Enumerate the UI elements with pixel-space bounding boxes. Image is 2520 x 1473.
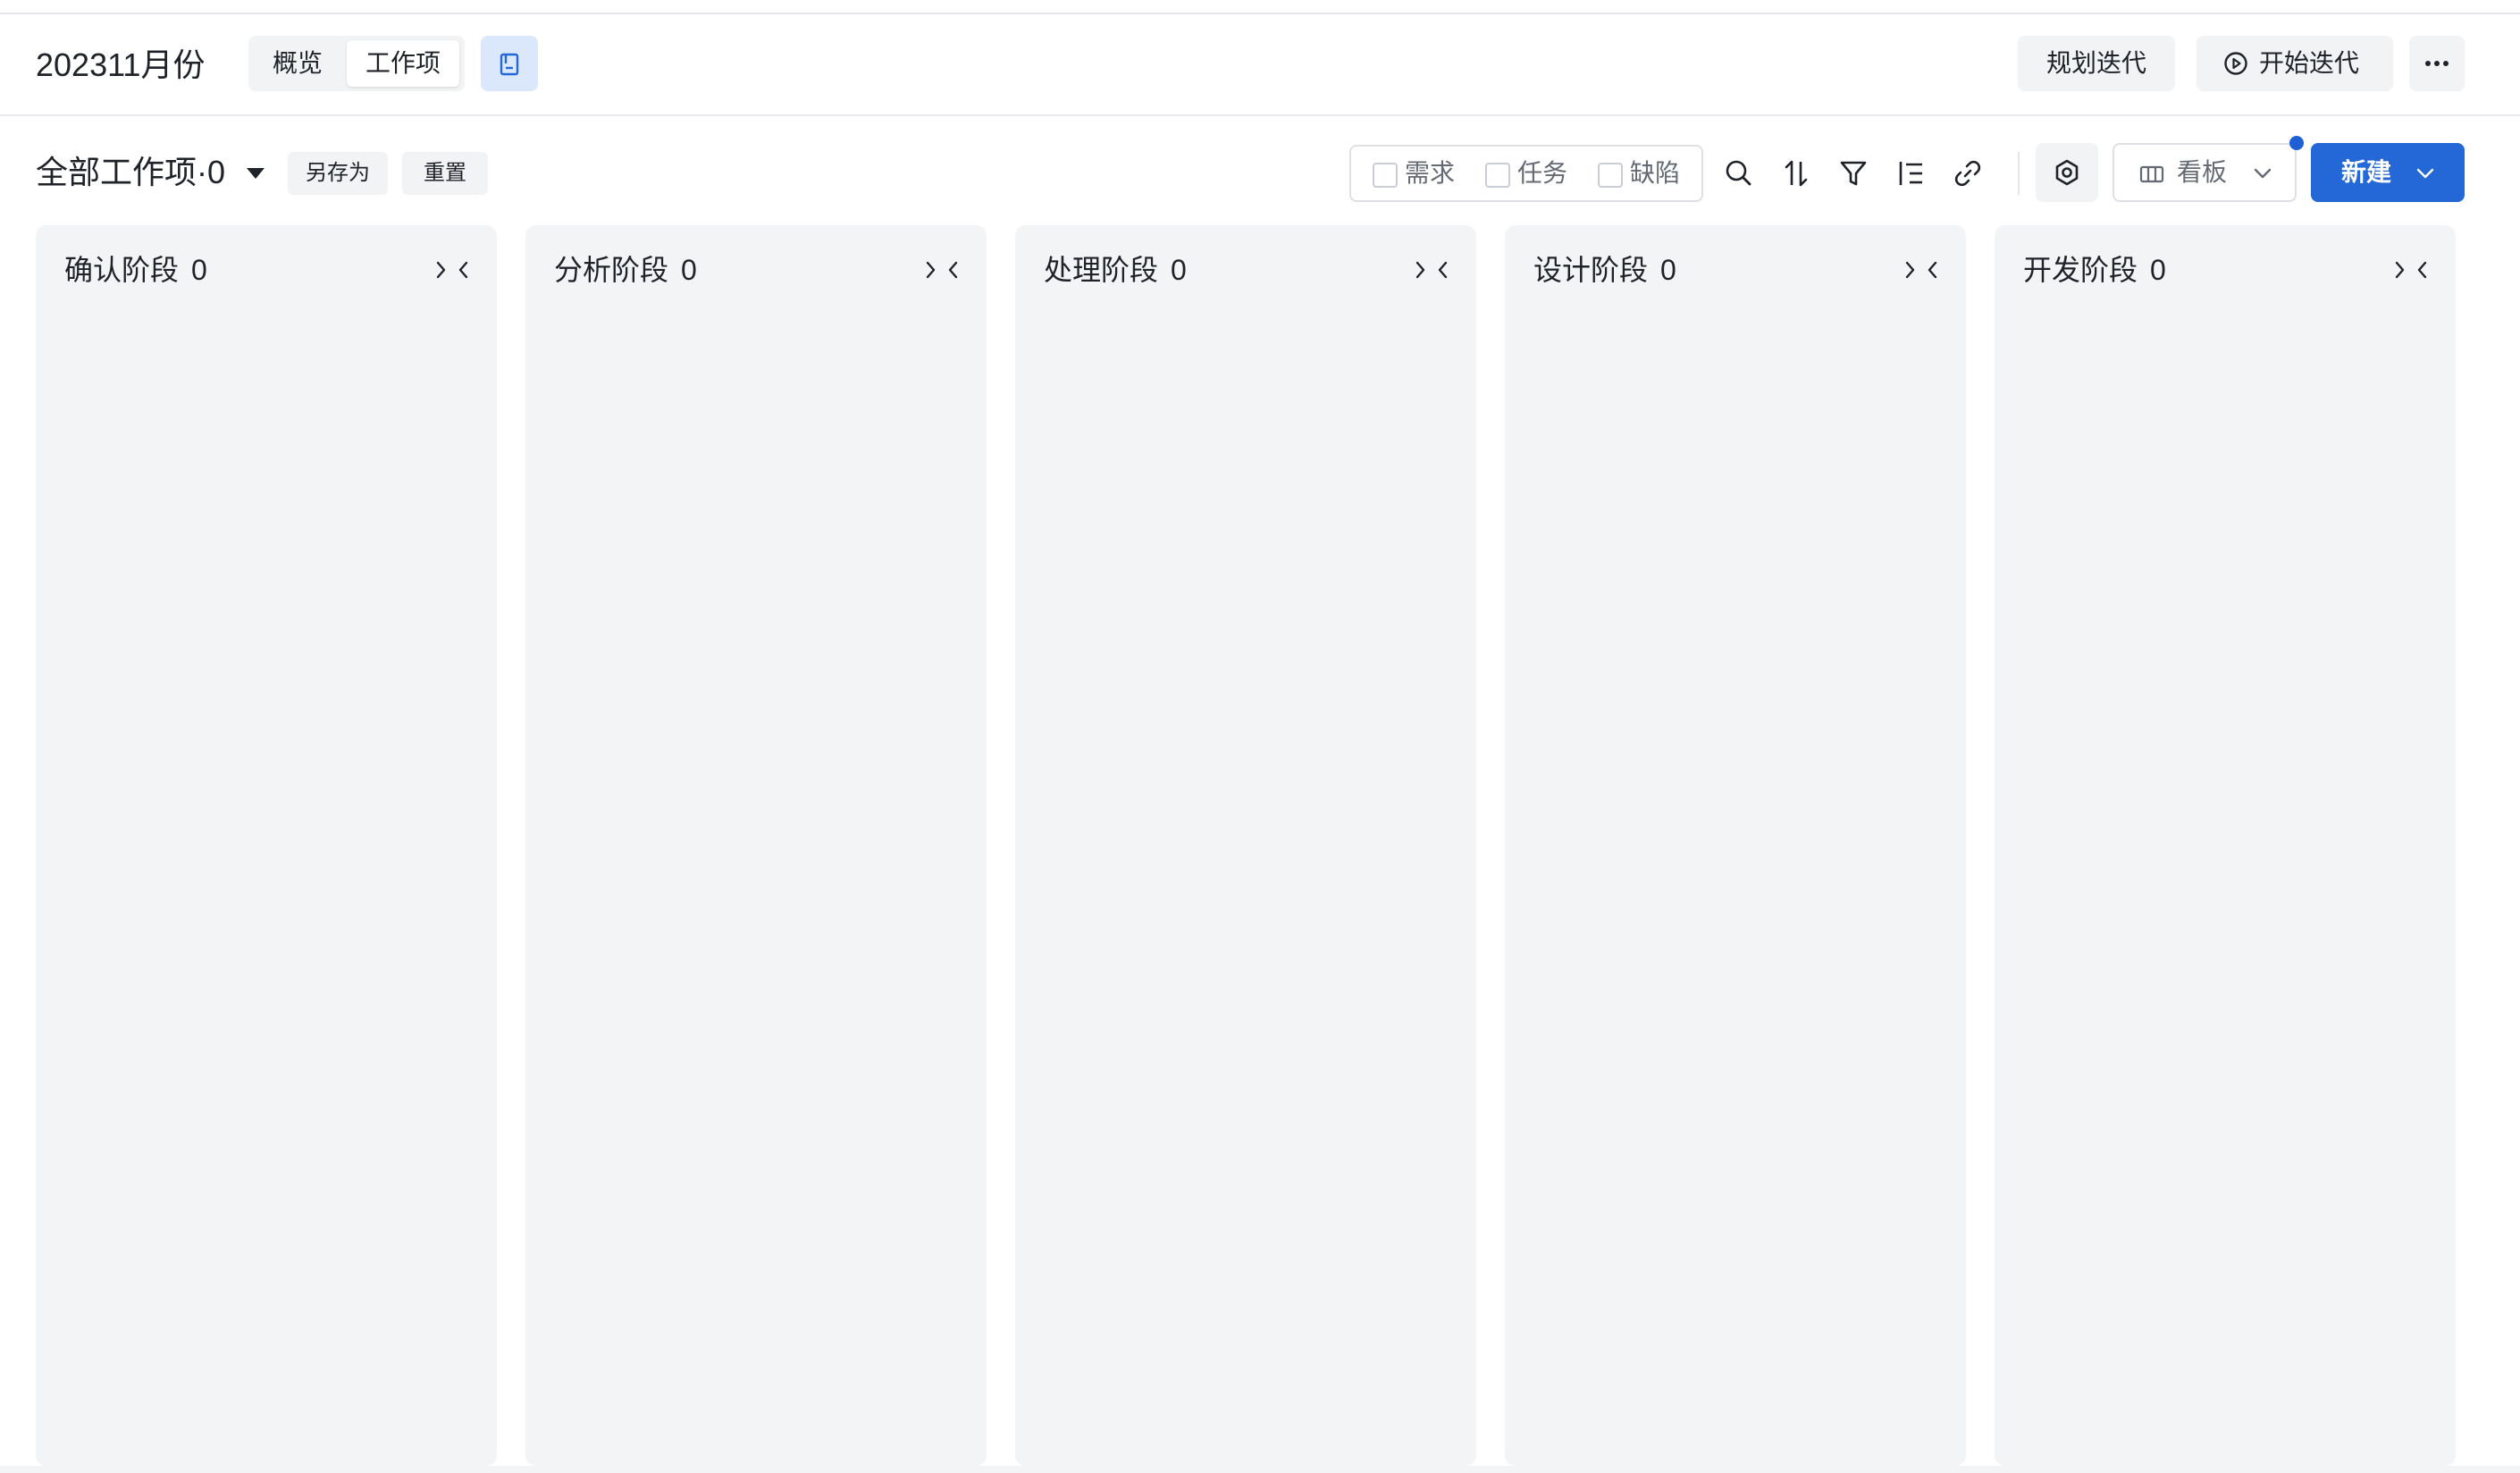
view-mode-select[interactable]: 看板 [2113,143,2297,202]
board-column: 开发阶段 0 [1995,225,2456,1466]
board-settings-button[interactable] [2036,143,2098,202]
column-header: 处理阶段 0 [1044,247,1187,293]
checkbox[interactable] [1373,163,1398,188]
filter-icon [1840,161,1867,186]
more-button[interactable] [2409,36,2465,91]
play-circle-icon [2224,52,2247,75]
collapse-column-icon[interactable] [1414,256,1449,284]
board-column: 分析阶段 0 [525,225,987,1466]
view-tabs: 概览 工作项 [248,36,465,91]
type-filter-label: 缺陷 [1630,159,1681,187]
new-item-label: 新建 [2341,158,2392,186]
type-filter-label: 需求 [1405,159,1456,187]
view-title[interactable]: 全部工作项·0 [36,147,225,198]
collapse-column-icon[interactable] [434,256,470,284]
type-filter-requirement[interactable]: 需求 [1373,147,1471,200]
column-count: 0 [681,254,697,286]
new-item-button[interactable]: 新建 [2311,143,2465,202]
board-column: 处理阶段 0 [1015,225,1476,1466]
column-header: 确认阶段 0 [64,247,207,293]
iteration-title: 202311月份 [36,46,206,83]
checkbox[interactable] [1485,163,1510,188]
column-title: 确认阶段 [64,254,180,286]
link-icon [1954,160,1981,187]
iteration-header: 202311月份 概览 工作项 规划迭代 开始迭代 [0,14,2520,116]
filter-button[interactable] [1834,154,1873,193]
start-iteration-label: 开始迭代 [2259,49,2360,77]
column-title: 分析阶段 [554,254,669,286]
search-button[interactable] [1719,154,1759,193]
type-filter-label: 任务 [1517,159,1568,187]
tab-overview[interactable]: 概览 [254,40,341,87]
toolbar-divider [2018,152,2020,195]
link-button[interactable] [1948,154,1987,193]
board-columns-icon [2139,165,2164,183]
chevron-down-icon[interactable] [2415,164,2436,182]
type-filter-task[interactable]: 任务 [1485,147,1583,200]
type-filter-group: 需求 任务 缺陷 [1349,145,1703,202]
view-mode-label: 看板 [2177,158,2228,186]
caret-down-icon[interactable] [247,168,265,179]
checkbox[interactable] [1598,163,1623,188]
column-header: 分析阶段 0 [554,247,697,293]
reset-button[interactable]: 重置 [402,152,488,195]
sort-icon [1785,160,1808,187]
column-count: 0 [1660,254,1676,286]
column-count: 0 [2150,254,2166,286]
sort-button[interactable] [1777,154,1816,193]
chevron-down-icon [2254,168,2272,179]
column-title: 开发阶段 [2023,254,2138,286]
document-icon [500,53,519,76]
save-as-button[interactable]: 另存为 [288,152,388,195]
window-top-border [0,0,2520,14]
more-horizontal-icon [2425,61,2449,66]
column-title: 处理阶段 [1044,254,1159,286]
collapse-column-icon[interactable] [924,256,960,284]
board-column: 确认阶段 0 [36,225,497,1466]
notification-dot [2289,136,2304,150]
settings-hex-icon [2055,159,2079,186]
tab-work-items[interactable]: 工作项 [347,40,459,87]
document-button[interactable] [481,36,538,91]
search-icon [1726,160,1751,186]
start-iteration-button[interactable]: 开始迭代 [2197,36,2393,91]
column-count: 0 [191,254,207,286]
group-list-icon [1899,162,1922,185]
page-bottom-edge [0,1466,2520,1473]
column-header: 开发阶段 0 [2023,247,2166,293]
type-filter-defect[interactable]: 缺陷 [1598,147,1696,200]
collapse-column-icon[interactable] [1903,256,1939,284]
collapse-column-icon[interactable] [2393,256,2429,284]
column-title: 设计阶段 [1533,254,1649,286]
group-button[interactable] [1891,154,1930,193]
column-header: 设计阶段 0 [1533,247,1676,293]
column-count: 0 [1171,254,1187,286]
plan-iteration-button[interactable]: 规划迭代 [2018,36,2175,91]
board-column: 设计阶段 0 [1505,225,1966,1466]
